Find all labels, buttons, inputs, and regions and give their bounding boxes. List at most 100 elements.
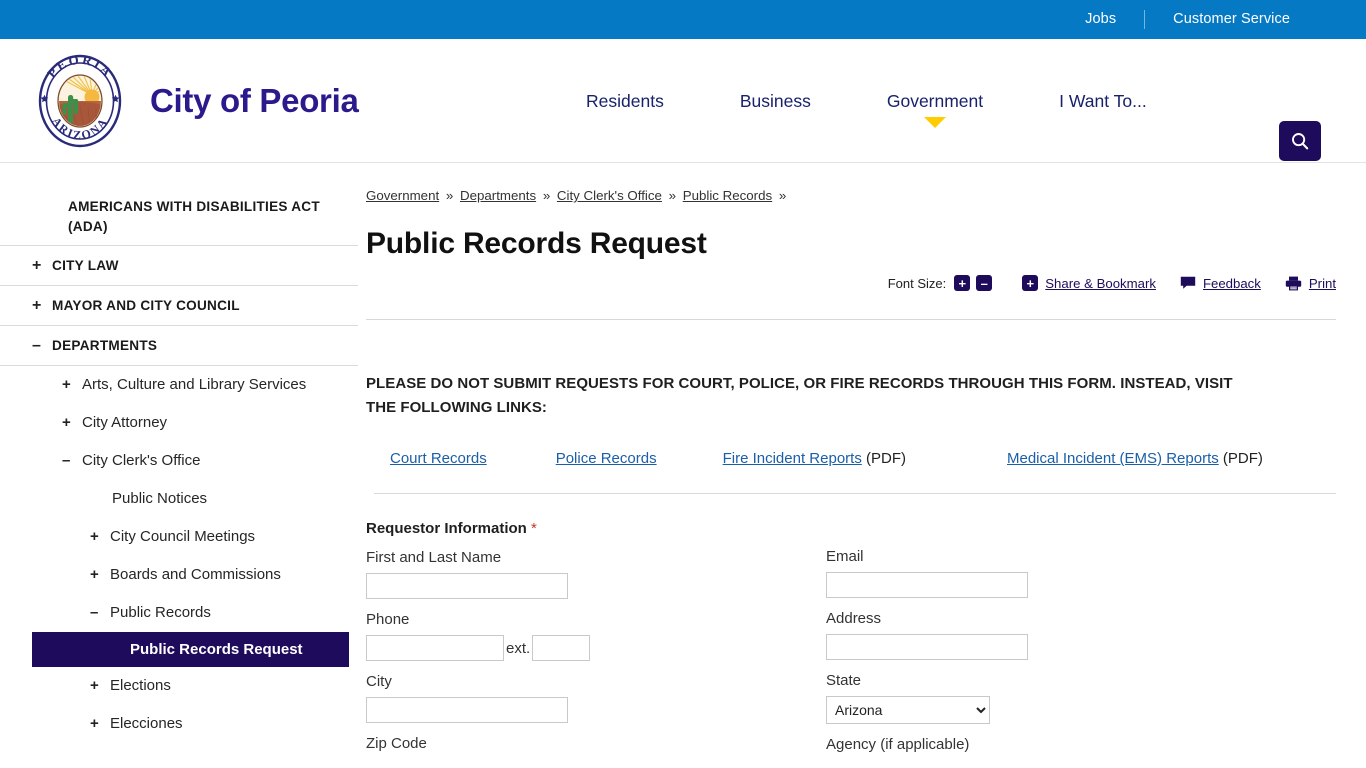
expand-toggle-icon[interactable]: + [32, 246, 52, 285]
form-right-spacer [826, 520, 1286, 548]
breadcrumb-link-government[interactable]: Government [366, 188, 439, 203]
collapse-toggle-icon[interactable]: – [90, 594, 110, 632]
label-state: State [826, 672, 862, 689]
sidebar-item-mayor-council[interactable]: + MAYOR AND CITY COUNCIL [0, 286, 358, 326]
site-brand[interactable]: PEORIA ARIZONA City of Peoria [32, 51, 359, 149]
breadcrumb-separator: » [445, 188, 454, 203]
font-size-increase-button[interactable]: + [954, 275, 971, 291]
link-police-records[interactable]: Police Records [556, 450, 657, 467]
label-phone: Phone [366, 611, 410, 628]
input-phone-extension[interactable] [532, 635, 591, 661]
link-medical-incident-reports-wrapper: Medical Incident (EMS) Reports (PDF) [1007, 450, 1263, 467]
nav-item-government[interactable]: Government [886, 90, 984, 128]
sidebar-item-city-attorney[interactable]: + City Attorney [0, 404, 358, 442]
sidebar-item-boards-commissions-label: Boards and Commissions [110, 566, 281, 583]
expand-toggle-icon[interactable]: + [90, 705, 110, 743]
share-bookmark-label: Share & Bookmark [1045, 275, 1156, 291]
sidebar-item-elections[interactable]: + Elections [0, 667, 358, 705]
print-button[interactable]: Print [1285, 276, 1336, 291]
sidebar-item-public-records-request[interactable]: Public Records Request [32, 632, 349, 667]
search-button[interactable] [1279, 121, 1321, 161]
sidebar-item-arts-culture[interactable]: + Arts, Culture and Library Services [0, 366, 358, 404]
topbar-link-customer-service[interactable]: Customer Service [1145, 12, 1318, 27]
city-seal-logo: PEORIA ARIZONA [32, 51, 128, 149]
sidebar-item-city-law[interactable]: + CITY LAW [0, 246, 358, 286]
breadcrumb-separator-trailing: » [778, 188, 787, 203]
nav-item-government-label: Government [886, 90, 984, 111]
site-header: PEORIA ARIZONA City of Peoria Residents … [0, 39, 1366, 163]
share-bookmark-button[interactable]: + Share & Bookmark [1022, 275, 1156, 291]
input-email[interactable] [826, 572, 1028, 598]
input-city[interactable] [366, 697, 568, 723]
label-city: City [366, 673, 392, 690]
link-fire-incident-reports-wrapper: Fire Incident Reports (PDF) [723, 450, 906, 467]
label-phone-extension: ext. [506, 639, 531, 657]
link-court-records[interactable]: Court Records [390, 450, 487, 467]
nav-item-residents[interactable]: Residents [586, 91, 664, 112]
sidebar-item-city-council-meetings[interactable]: + City Council Meetings [0, 518, 358, 556]
content-divider-top [366, 319, 1336, 320]
sidebar-item-city-clerks-office[interactable]: – City Clerk's Office [0, 442, 358, 480]
input-address[interactable] [826, 634, 1028, 660]
sidebar-item-ada[interactable]: AMERICANS WITH DISABILITIES ACT (ADA) [0, 187, 358, 246]
form-section-title-label: Requestor Information [366, 520, 527, 537]
page-title: Public Records Request [366, 227, 707, 260]
sidebar-item-mayor-council-label: MAYOR AND CITY COUNCIL [52, 298, 240, 313]
link-fire-incident-reports[interactable]: Fire Incident Reports [723, 450, 862, 467]
link-court-records-wrapper: Court Records [390, 450, 487, 467]
sidebar-item-elections-label: Elections [110, 677, 171, 694]
font-size-decrease-button[interactable]: – [976, 275, 993, 291]
search-icon [1292, 133, 1309, 150]
expand-toggle-icon[interactable]: + [62, 404, 82, 442]
nav-item-i-want-to[interactable]: I Want To... [1059, 91, 1147, 112]
phone-field-row: ext. [366, 635, 826, 661]
print-label: Print [1308, 275, 1336, 291]
page-tools-toolbar: Font Size: + – + Share & Bookmark Feedba… [366, 275, 1336, 291]
form-column-left: Requestor Information * First and Last N… [366, 520, 826, 760]
content-divider-form [374, 493, 1336, 494]
expand-toggle-icon[interactable]: + [32, 286, 52, 325]
label-agency: Agency (if applicable) [826, 736, 970, 753]
fire-reports-suffix: (PDF) [861, 450, 906, 467]
feedback-button[interactable]: Feedback [1180, 276, 1261, 291]
collapse-toggle-icon[interactable]: – [32, 326, 52, 365]
sidebar-item-elecciones[interactable]: + Elecciones [0, 705, 358, 743]
expand-toggle-icon[interactable]: + [90, 518, 110, 556]
label-address: Address [826, 610, 882, 627]
sidebar-item-boards-commissions[interactable]: + Boards and Commissions [0, 556, 358, 594]
expand-toggle-icon[interactable]: + [62, 366, 82, 404]
required-asterisk: * [531, 520, 537, 537]
comment-icon [1180, 276, 1196, 289]
records-notice-text: PLEASE DO NOT SUBMIT REQUESTS FOR COURT,… [366, 375, 1233, 416]
collapse-toggle-icon[interactable]: – [62, 442, 82, 480]
top-utility-bar: Jobs Customer Service [0, 0, 1366, 39]
select-state[interactable]: Arizona [826, 696, 990, 724]
sidebar-item-elecciones-label: Elecciones [110, 715, 183, 732]
topbar-link-jobs[interactable]: Jobs [1057, 12, 1144, 27]
breadcrumb-separator: » [542, 188, 551, 203]
expand-toggle-icon[interactable]: + [90, 556, 110, 594]
breadcrumb-link-public-records[interactable]: Public Records [683, 188, 772, 203]
breadcrumb-link-departments[interactable]: Departments [460, 188, 536, 203]
breadcrumb-link-city-clerks-office[interactable]: City Clerk's Office [557, 188, 662, 203]
sidebar-item-departments-label: DEPARTMENTS [52, 338, 158, 353]
nav-item-business[interactable]: Business [740, 91, 811, 112]
plus-icon: + [1022, 275, 1039, 291]
section-sidebar: AMERICANS WITH DISABILITIES ACT (ADA) + … [0, 163, 358, 768]
sidebar-item-public-records-request-label: Public Records Request [130, 641, 303, 658]
breadcrumb-separator: » [668, 188, 677, 203]
sidebar-item-public-records-label: Public Records [110, 604, 211, 621]
public-records-request-form: Requestor Information * First and Last N… [366, 520, 1336, 760]
sidebar-item-arts-culture-label: Arts, Culture and Library Services [82, 376, 307, 393]
sidebar-item-public-notices[interactable]: Public Notices [0, 480, 358, 518]
label-zip-code: Zip Code [366, 735, 427, 752]
main-content: Government » Departments » City Clerk's … [358, 163, 1366, 768]
input-first-last-name[interactable] [366, 573, 568, 599]
link-police-records-wrapper: Police Records [556, 450, 657, 467]
sidebar-item-public-records[interactable]: – Public Records [0, 594, 358, 632]
sidebar-item-ada-label: AMERICANS WITH DISABILITIES ACT (ADA) [68, 199, 320, 234]
link-medical-incident-reports[interactable]: Medical Incident (EMS) Reports [1007, 450, 1219, 467]
expand-toggle-icon[interactable]: + [90, 667, 110, 705]
input-phone[interactable] [366, 635, 504, 661]
sidebar-item-departments[interactable]: – DEPARTMENTS [0, 326, 358, 366]
